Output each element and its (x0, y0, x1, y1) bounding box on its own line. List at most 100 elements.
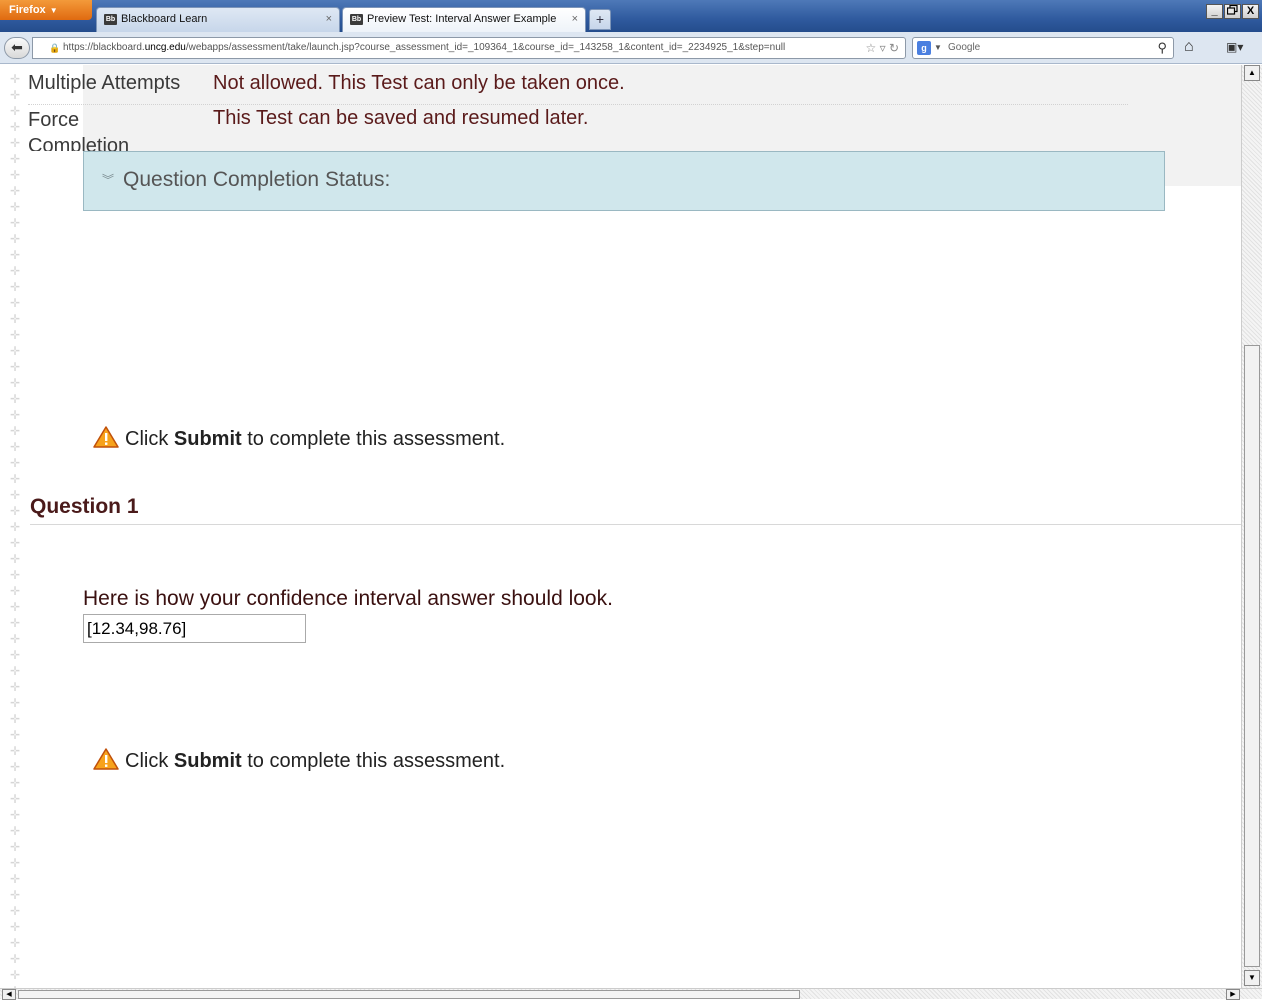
minimize-button[interactable]: _ (1206, 4, 1223, 19)
question-title: Question 1 (30, 495, 139, 518)
home-icon[interactable]: ⌂ (1184, 38, 1194, 56)
submit-notice-bottom: Click Submit to complete this assessment… (93, 748, 505, 773)
close-tab-icon[interactable]: × (326, 8, 332, 31)
decorative-cross-icon: ✛ (10, 808, 21, 822)
blackboard-favicon-icon: Bb (350, 14, 363, 25)
url-domain: uncg.edu (144, 42, 186, 53)
submit-notice-prefix: Click (125, 750, 174, 772)
decorative-cross-icon: ✛ (10, 776, 21, 790)
decorative-cross-icon: ✛ (10, 680, 21, 694)
warning-icon (93, 748, 119, 770)
new-tab-button[interactable]: + (589, 9, 611, 30)
bookmark-star-icon[interactable]: ☆ (865, 41, 876, 55)
scroll-up-icon[interactable]: ▲ (1244, 65, 1260, 81)
search-icon[interactable]: ⚲ (1157, 38, 1167, 58)
decorative-cross-icon: ✛ (10, 696, 21, 710)
decorative-cross-icon: ✛ (10, 200, 21, 214)
decorative-cross-icon: ✛ (10, 488, 21, 502)
decorative-cross-icon: ✛ (10, 360, 21, 374)
navigation-bar: ⬅ 🔒 https://blackboard.uncg.edu/webapps/… (0, 32, 1262, 64)
tab-preview-test[interactable]: Bb Preview Test: Interval Answer Example… (342, 7, 586, 32)
decorative-cross-icon: ✛ (10, 968, 21, 982)
answer-input[interactable] (83, 614, 306, 643)
decorative-cross-icon: ✛ (10, 632, 21, 646)
decorative-cross-icon: ✛ (10, 104, 21, 118)
firefox-menu-button[interactable]: Firefox ▼ (0, 0, 92, 20)
decorative-cross-icon: ✛ (10, 392, 21, 406)
decorative-cross-icon: ✛ (10, 600, 21, 614)
scroll-down-icon[interactable]: ▼ (1244, 970, 1260, 986)
decorative-cross-icon: ✛ (10, 904, 21, 918)
decorative-cross-icon: ✛ (10, 744, 21, 758)
history-dropdown-icon[interactable]: ▿ (880, 41, 886, 55)
force-completion-row: Force Completion This Test can be saved … (28, 107, 628, 151)
decorative-cross-icon: ✛ (10, 264, 21, 278)
decorative-cross-icon: ✛ (10, 648, 21, 662)
scroll-left-icon[interactable]: ◀ (2, 989, 16, 1000)
decorative-cross-icon: ✛ (10, 712, 21, 726)
question-text: Here is how your confidence interval ans… (83, 587, 613, 610)
url-bar[interactable]: 🔒 https://blackboard.uncg.edu/webapps/as… (32, 37, 906, 59)
decorative-cross-icon: ✛ (10, 408, 21, 422)
decorative-cross-icon: ✛ (10, 584, 21, 598)
chevron-down-icon: ▼ (49, 6, 58, 15)
force-completion-label: Force Completion (28, 109, 130, 151)
decorative-cross-icon: ✛ (10, 568, 21, 582)
vertical-scroll-thumb[interactable] (1244, 345, 1260, 967)
chevron-down-icon[interactable]: ▼ (934, 38, 942, 58)
back-button[interactable]: ⬅ (4, 37, 30, 59)
decorative-cross-icon: ✛ (10, 840, 21, 854)
decorative-cross-icon: ✛ (10, 520, 21, 534)
question-completion-status-bar[interactable]: ︾ Question Completion Status: (83, 151, 1165, 211)
decorative-cross-icon: ✛ (10, 952, 21, 966)
browser-title-bar: Firefox ▼ Bb Blackboard Learn × Bb Previe… (0, 0, 1262, 32)
decorative-cross-icon: ✛ (10, 936, 21, 950)
search-placeholder: Google (948, 42, 981, 53)
tab-title: Blackboard Learn (121, 13, 208, 25)
decorative-cross-icon: ✛ (10, 552, 21, 566)
decorative-cross-icon: ✛ (10, 184, 21, 198)
question-divider (30, 524, 1241, 525)
decorative-cross-icon: ✛ (10, 152, 21, 166)
restore-button[interactable] (1224, 4, 1241, 19)
decorative-cross-icon: ✛ (10, 920, 21, 934)
scroll-right-icon[interactable]: ▶ (1226, 989, 1240, 1000)
decorative-cross-icon: ✛ (10, 472, 21, 486)
submit-notice-prefix: Click (125, 428, 174, 450)
decorative-cross-icon: ✛ (10, 136, 21, 150)
horizontal-scroll-thumb[interactable] (18, 990, 800, 999)
decorative-cross-icon: ✛ (10, 376, 21, 390)
close-window-button[interactable]: X (1242, 4, 1259, 19)
double-chevron-down-icon: ︾ (102, 173, 115, 187)
submit-notice-bold: Submit (173, 750, 242, 772)
tab-blackboard-learn[interactable]: Bb Blackboard Learn × (96, 7, 340, 32)
decorative-cross-icon: ✛ (10, 456, 21, 470)
back-arrow-icon: ⬅ (11, 39, 23, 55)
decorative-cross-icon: ✛ (10, 120, 21, 134)
vertical-scrollbar[interactable]: ▲ ▼ (1241, 65, 1262, 988)
warning-icon (93, 426, 119, 448)
submit-notice-suffix: to complete this assessment. (241, 750, 506, 772)
bookmarks-menu-icon[interactable]: ▣▾ (1226, 40, 1243, 54)
decorative-cross-icon: ✛ (10, 888, 21, 902)
decorative-cross-icon: ✛ (10, 88, 21, 102)
decorative-cross-icon: ✛ (10, 72, 21, 86)
close-tab-icon[interactable]: × (572, 8, 578, 31)
url-prefix: https://blackboard. (63, 42, 145, 53)
decorative-cross-icon: ✛ (10, 664, 21, 678)
search-bar[interactable]: g ▼ Google ⚲ (912, 37, 1174, 59)
left-decorative-border: ✛ ✛ ✛ ✛ ✛ ✛ ✛ ✛ ✛ ✛ ✛ ✛ ✛ ✛ ✛ ✛ ✛ ✛ ✛ ✛ ✛ ✛ ✛ ✛ ✛ ✛ ✛ ✛ ✛ ✛ ✛ ✛ ✛ ✛ ✛ ✛ ✛ ✛ ✛ ✛… (0, 65, 30, 988)
decorative-cross-icon: ✛ (10, 536, 21, 550)
decorative-cross-icon: ✛ (10, 792, 21, 806)
decorative-cross-icon: ✛ (10, 504, 21, 518)
restore-icon (1226, 4, 1238, 15)
decorative-cross-icon: ✛ (10, 872, 21, 886)
google-search-engine-icon[interactable]: g (917, 41, 931, 55)
multiple-attempts-row: Multiple Attempts Not allowed. This Test… (28, 72, 1128, 105)
decorative-cross-icon: ✛ (10, 824, 21, 838)
page-viewport: ✛ ✛ ✛ ✛ ✛ ✛ ✛ ✛ ✛ ✛ ✛ ✛ ✛ ✛ ✛ ✛ ✛ ✛ ✛ ✛ ✛ ✛ ✛ ✛ ✛ ✛ ✛ ✛ ✛ ✛ ✛ ✛ ✛ ✛ ✛ ✛ ✛ ✛ ✛ ✛… (0, 65, 1241, 988)
horizontal-scrollbar[interactable]: ◀ ▶ (0, 988, 1262, 1000)
decorative-cross-icon: ✛ (10, 232, 21, 246)
reload-icon[interactable]: ↻ (889, 41, 899, 55)
multiple-attempts-value: Not allowed. This Test can only be taken… (213, 72, 625, 94)
